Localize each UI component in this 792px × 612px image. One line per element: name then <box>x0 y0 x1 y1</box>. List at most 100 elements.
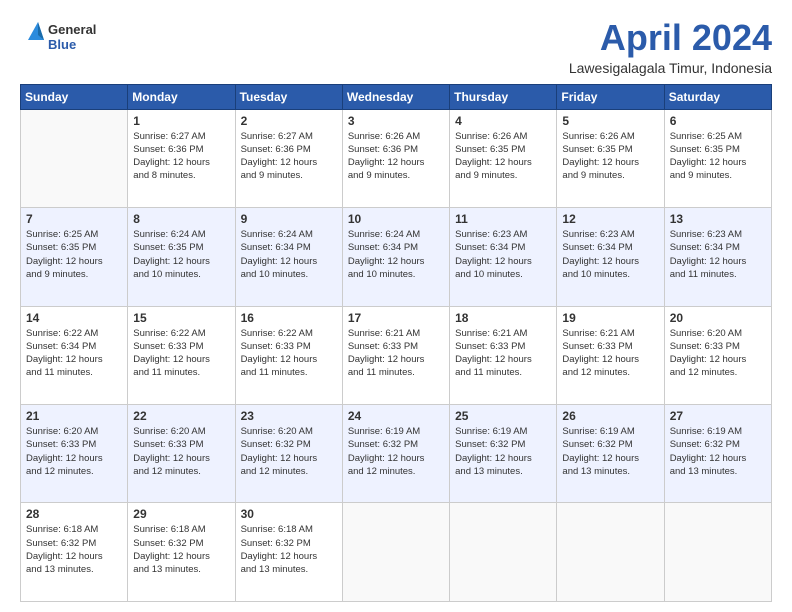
day-number: 6 <box>670 114 766 128</box>
header-thursday: Thursday <box>450 84 557 109</box>
calendar-week-row: 14 Sunrise: 6:22 AM Sunset: 6:34 PM Dayli… <box>21 306 772 404</box>
table-row <box>21 109 128 207</box>
day-info: Sunrise: 6:24 AM Sunset: 6:35 PM Dayligh… <box>133 228 229 281</box>
day-number: 27 <box>670 409 766 423</box>
title-block: April 2024 Lawesigalagala Timur, Indones… <box>569 18 772 76</box>
header-wednesday: Wednesday <box>342 84 449 109</box>
header-sunday: Sunday <box>21 84 128 109</box>
day-number: 5 <box>562 114 658 128</box>
header-monday: Monday <box>128 84 235 109</box>
day-info: Sunrise: 6:21 AM Sunset: 6:33 PM Dayligh… <box>562 327 658 380</box>
day-info: Sunrise: 6:20 AM Sunset: 6:33 PM Dayligh… <box>133 425 229 478</box>
day-number: 10 <box>348 212 444 226</box>
day-info: Sunrise: 6:24 AM Sunset: 6:34 PM Dayligh… <box>241 228 337 281</box>
day-number: 21 <box>26 409 122 423</box>
calendar-header-row: Sunday Monday Tuesday Wednesday Thursday… <box>21 84 772 109</box>
day-info: Sunrise: 6:22 AM Sunset: 6:33 PM Dayligh… <box>241 327 337 380</box>
logo: General Blue <box>20 18 110 58</box>
table-row <box>342 503 449 602</box>
day-info: Sunrise: 6:27 AM Sunset: 6:36 PM Dayligh… <box>241 130 337 183</box>
day-info: Sunrise: 6:18 AM Sunset: 6:32 PM Dayligh… <box>241 523 337 576</box>
day-number: 13 <box>670 212 766 226</box>
table-row: 26 Sunrise: 6:19 AM Sunset: 6:32 PM Dayli… <box>557 405 664 503</box>
header-friday: Friday <box>557 84 664 109</box>
day-number: 14 <box>26 311 122 325</box>
table-row: 10Sunrise: 6:24 AM Sunset: 6:34 PM Dayli… <box>342 208 449 306</box>
day-info: Sunrise: 6:26 AM Sunset: 6:35 PM Dayligh… <box>455 130 551 183</box>
svg-text:General: General <box>48 22 96 37</box>
day-info: Sunrise: 6:19 AM Sunset: 6:32 PM Dayligh… <box>455 425 551 478</box>
table-row: 3 Sunrise: 6:26 AM Sunset: 6:36 PM Daylig… <box>342 109 449 207</box>
day-number: 24 <box>348 409 444 423</box>
table-row: 5 Sunrise: 6:26 AM Sunset: 6:35 PM Daylig… <box>557 109 664 207</box>
calendar-week-row: 28 Sunrise: 6:18 AM Sunset: 6:32 PM Dayli… <box>21 503 772 602</box>
day-number: 12 <box>562 212 658 226</box>
day-info: Sunrise: 6:19 AM Sunset: 6:32 PM Dayligh… <box>562 425 658 478</box>
day-number: 22 <box>133 409 229 423</box>
day-info: Sunrise: 6:22 AM Sunset: 6:34 PM Dayligh… <box>26 327 122 380</box>
table-row: 7Sunrise: 6:25 AM Sunset: 6:35 PM Daylig… <box>21 208 128 306</box>
header-saturday: Saturday <box>664 84 771 109</box>
page: General Blue April 2024 Lawesigalagala T… <box>0 0 792 612</box>
day-number: 7 <box>26 212 122 226</box>
day-number: 2 <box>241 114 337 128</box>
table-row: 13 Sunrise: 6:23 AM Sunset: 6:34 PM Dayli… <box>664 208 771 306</box>
calendar-week-row: 21 Sunrise: 6:20 AM Sunset: 6:33 PM Dayli… <box>21 405 772 503</box>
table-row: 28 Sunrise: 6:18 AM Sunset: 6:32 PM Dayli… <box>21 503 128 602</box>
table-row <box>557 503 664 602</box>
day-number: 1 <box>133 114 229 128</box>
table-row: 24 Sunrise: 6:19 AM Sunset: 6:32 PM Dayli… <box>342 405 449 503</box>
table-row: 22 Sunrise: 6:20 AM Sunset: 6:33 PM Dayli… <box>128 405 235 503</box>
table-row: 2 Sunrise: 6:27 AM Sunset: 6:36 PM Daylig… <box>235 109 342 207</box>
day-number: 3 <box>348 114 444 128</box>
table-row: 1 Sunrise: 6:27 AM Sunset: 6:36 PM Daylig… <box>128 109 235 207</box>
day-number: 28 <box>26 507 122 521</box>
day-info: Sunrise: 6:20 AM Sunset: 6:33 PM Dayligh… <box>26 425 122 478</box>
table-row: 29Sunrise: 6:18 AM Sunset: 6:32 PM Dayli… <box>128 503 235 602</box>
day-info: Sunrise: 6:19 AM Sunset: 6:32 PM Dayligh… <box>348 425 444 478</box>
table-row: 17Sunrise: 6:21 AM Sunset: 6:33 PM Dayli… <box>342 306 449 404</box>
calendar: Sunday Monday Tuesday Wednesday Thursday… <box>20 84 772 602</box>
day-info: Sunrise: 6:23 AM Sunset: 6:34 PM Dayligh… <box>562 228 658 281</box>
day-number: 9 <box>241 212 337 226</box>
table-row: 19 Sunrise: 6:21 AM Sunset: 6:33 PM Dayli… <box>557 306 664 404</box>
table-row: 16 Sunrise: 6:22 AM Sunset: 6:33 PM Dayli… <box>235 306 342 404</box>
day-info: Sunrise: 6:19 AM Sunset: 6:32 PM Dayligh… <box>670 425 766 478</box>
day-number: 16 <box>241 311 337 325</box>
table-row: 9 Sunrise: 6:24 AM Sunset: 6:34 PM Daylig… <box>235 208 342 306</box>
subtitle: Lawesigalagala Timur, Indonesia <box>569 60 772 76</box>
day-info: Sunrise: 6:23 AM Sunset: 6:34 PM Dayligh… <box>670 228 766 281</box>
table-row: 4Sunrise: 6:26 AM Sunset: 6:35 PM Daylig… <box>450 109 557 207</box>
day-number: 11 <box>455 212 551 226</box>
day-number: 8 <box>133 212 229 226</box>
day-info: Sunrise: 6:18 AM Sunset: 6:32 PM Dayligh… <box>26 523 122 576</box>
day-number: 15 <box>133 311 229 325</box>
day-info: Sunrise: 6:26 AM Sunset: 6:36 PM Dayligh… <box>348 130 444 183</box>
table-row: 8 Sunrise: 6:24 AM Sunset: 6:35 PM Daylig… <box>128 208 235 306</box>
table-row: 15Sunrise: 6:22 AM Sunset: 6:33 PM Dayli… <box>128 306 235 404</box>
table-row: 18Sunrise: 6:21 AM Sunset: 6:33 PM Dayli… <box>450 306 557 404</box>
day-info: Sunrise: 6:27 AM Sunset: 6:36 PM Dayligh… <box>133 130 229 183</box>
table-row: 23 Sunrise: 6:20 AM Sunset: 6:32 PM Dayli… <box>235 405 342 503</box>
day-number: 23 <box>241 409 337 423</box>
day-info: Sunrise: 6:20 AM Sunset: 6:32 PM Dayligh… <box>241 425 337 478</box>
day-number: 20 <box>670 311 766 325</box>
day-number: 25 <box>455 409 551 423</box>
table-row: 30Sunrise: 6:18 AM Sunset: 6:32 PM Dayli… <box>235 503 342 602</box>
day-info: Sunrise: 6:18 AM Sunset: 6:32 PM Dayligh… <box>133 523 229 576</box>
table-row <box>664 503 771 602</box>
svg-text:Blue: Blue <box>48 37 76 52</box>
table-row: 14 Sunrise: 6:22 AM Sunset: 6:34 PM Dayli… <box>21 306 128 404</box>
day-info: Sunrise: 6:25 AM Sunset: 6:35 PM Dayligh… <box>670 130 766 183</box>
table-row: 21 Sunrise: 6:20 AM Sunset: 6:33 PM Dayli… <box>21 405 128 503</box>
day-info: Sunrise: 6:26 AM Sunset: 6:35 PM Dayligh… <box>562 130 658 183</box>
day-number: 26 <box>562 409 658 423</box>
table-row: 6 Sunrise: 6:25 AM Sunset: 6:35 PM Daylig… <box>664 109 771 207</box>
table-row: 27 Sunrise: 6:19 AM Sunset: 6:32 PM Dayli… <box>664 405 771 503</box>
logo-svg: General Blue <box>20 18 110 58</box>
table-row: 25 Sunrise: 6:19 AM Sunset: 6:32 PM Dayli… <box>450 405 557 503</box>
day-info: Sunrise: 6:21 AM Sunset: 6:33 PM Dayligh… <box>455 327 551 380</box>
day-number: 19 <box>562 311 658 325</box>
header: General Blue April 2024 Lawesigalagala T… <box>20 18 772 76</box>
calendar-week-row: 1 Sunrise: 6:27 AM Sunset: 6:36 PM Daylig… <box>21 109 772 207</box>
